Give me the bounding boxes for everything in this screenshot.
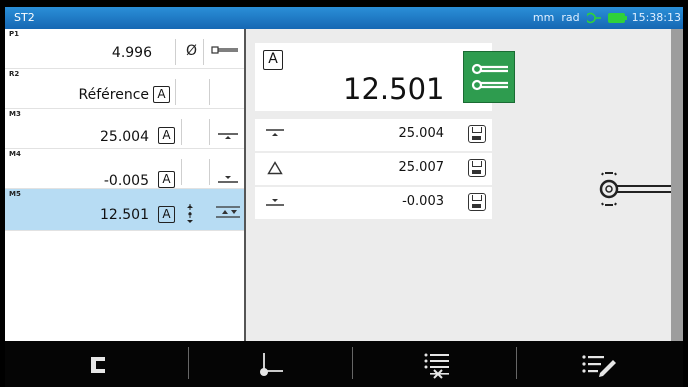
probe-diameter-icon: [211, 46, 238, 54]
window-title: ST2: [14, 11, 35, 24]
divider: [203, 39, 204, 65]
probe-icon: [471, 63, 508, 91]
auto-mode-icon: A: [158, 171, 175, 188]
clock: 15:38:13: [631, 11, 681, 24]
divider: [181, 119, 182, 145]
row-value: 4.996: [111, 45, 152, 61]
delta-value: 25.007: [398, 160, 445, 175]
mean-range-icon: [187, 204, 193, 224]
main-reading-value: 12.501: [343, 72, 445, 106]
list-item-p1[interactable]: P1 4.996 Ø: [5, 29, 244, 69]
list-item-m4[interactable]: M4 -0.005 A: [5, 149, 244, 189]
list-item-r2[interactable]: R2 Référence A: [5, 69, 244, 109]
bottom-toolbar: [5, 341, 683, 387]
probe-illustration-icon: [599, 172, 671, 206]
row-value: Référence: [78, 87, 150, 103]
measure-row-min: -0.003: [255, 187, 492, 219]
row-tag: R2: [9, 70, 20, 78]
row-tag: M4: [9, 150, 21, 158]
measure-row-delta: 25.007: [255, 153, 492, 185]
mean-icon: [216, 206, 240, 218]
edit-list-icon: [582, 355, 616, 377]
auto-mode-icon: A: [263, 50, 283, 70]
feature-list: P1 4.996 Ø R2 Référence A M3 25.004 A M4…: [5, 29, 246, 341]
list-item-m3[interactable]: M3 25.004 A: [5, 109, 244, 149]
edit-list-button[interactable]: [517, 341, 683, 387]
title-bar: ST2 mm rad 15:38:13: [5, 7, 683, 29]
delta-icon: [267, 161, 283, 175]
measurement-panel: A 12.501 25.004 25.007 -0.003: [246, 29, 671, 341]
units-label: mm: [532, 11, 555, 24]
origin-button[interactable]: [189, 341, 352, 387]
diameter-icon: Ø: [186, 43, 198, 59]
status-area: mm rad 15:38:13: [533, 11, 681, 24]
min-value: -0.003: [402, 194, 444, 209]
row-tag: M3: [9, 110, 21, 118]
row-tag: P1: [9, 30, 20, 38]
side-scrollbar[interactable]: [671, 29, 683, 341]
max-icon: [266, 129, 284, 136]
auto-mode-icon: A: [153, 86, 170, 103]
battery-icon: [607, 12, 627, 23]
auto-mode-icon: A: [158, 206, 175, 223]
divider: [209, 159, 210, 185]
row-value: -0.005: [103, 173, 149, 189]
save-icon[interactable]: [468, 193, 486, 211]
save-icon[interactable]: [468, 159, 486, 177]
list-item-m5[interactable]: M5 12.501 A: [5, 189, 244, 231]
row-value: 25.004: [100, 129, 149, 145]
divider: [175, 79, 176, 105]
min-icon: [218, 176, 238, 183]
probe-mode-button[interactable]: [463, 51, 515, 103]
measure-row-max: 25.004: [255, 119, 492, 151]
probe-connection-icon: [586, 12, 601, 23]
screen: ST2 mm rad 15:38:13 P1 4.996 Ø R2 Référe…: [5, 7, 683, 387]
row-value: 12.501: [100, 207, 149, 223]
origin-icon: [260, 353, 283, 376]
divider: [175, 39, 176, 65]
save-icon[interactable]: [468, 125, 486, 143]
max-icon: [218, 133, 238, 139]
clear-list-button[interactable]: [353, 341, 516, 387]
min-icon: [266, 199, 284, 206]
divider: [209, 119, 210, 145]
max-value: 25.004: [398, 126, 445, 141]
main-reading-card: A 12.501: [255, 43, 515, 111]
clear-list-icon: [424, 353, 449, 379]
bracket-button[interactable]: [5, 341, 188, 387]
auto-mode-icon: A: [158, 127, 175, 144]
angle-unit-label: rad: [561, 11, 580, 24]
row-tag: M5: [9, 190, 21, 198]
bracket-icon: [91, 357, 105, 373]
divider: [181, 159, 182, 185]
divider: [209, 79, 210, 105]
